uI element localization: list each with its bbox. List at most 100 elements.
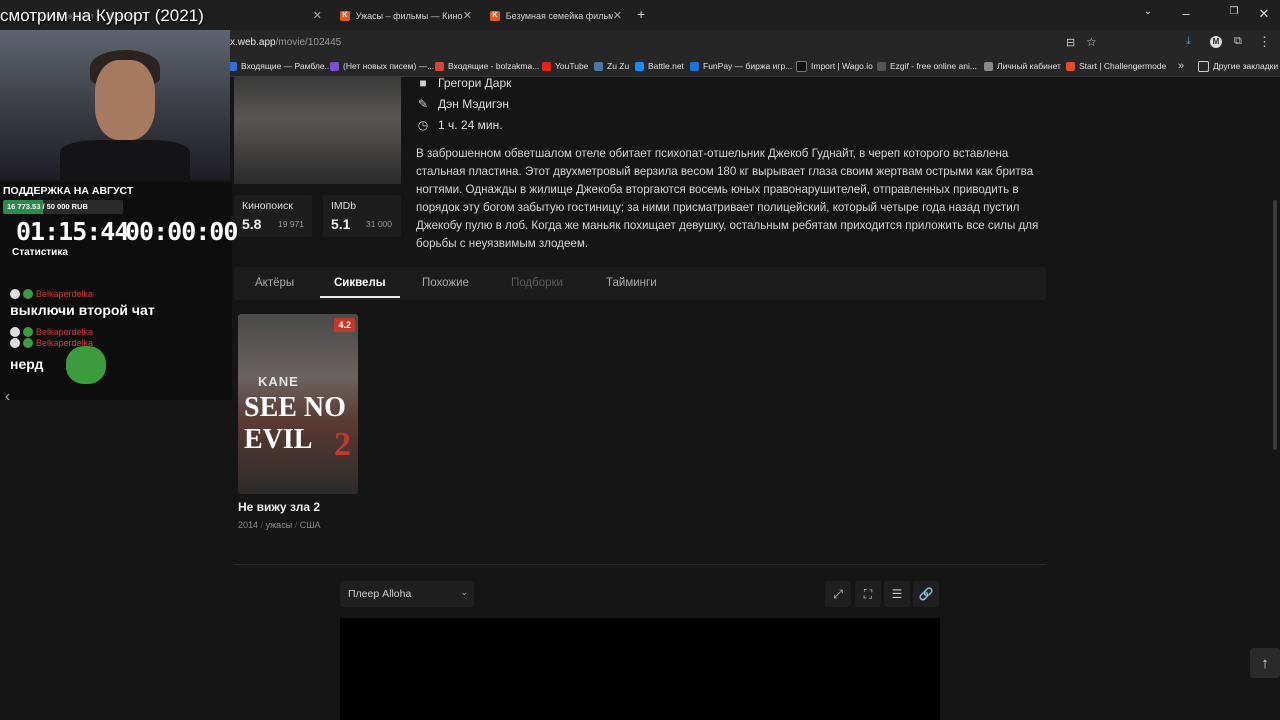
challengermode-icon: [1066, 61, 1075, 71]
bookmark-label: FunPay — биржа игр...: [703, 61, 793, 71]
funpay-icon: [690, 61, 699, 71]
duration: ◷ 1 ч. 24 мин.: [416, 118, 503, 132]
fullscreen-icon[interactable]: ⛶: [855, 581, 881, 607]
rating-count: 19 971: [278, 219, 304, 229]
chat-user: Belkaperdelka: [10, 327, 93, 337]
browser-tab[interactable]: K Ужасы – фильмы — Кинопоис ✕: [332, 3, 480, 28]
chat-message: нерд: [10, 356, 44, 372]
browser-tab[interactable]: K Безумная семейка фильм, 200 ✕: [482, 3, 630, 28]
bookmark-label: Battle.net: [648, 61, 684, 71]
divider: [234, 564, 1046, 565]
rating-label: IMDb: [331, 200, 357, 212]
minimize-icon[interactable]: –: [1176, 6, 1196, 21]
other-bookmarks-label: Другие закладки: [1213, 61, 1279, 71]
url-field[interactable]: x.web.app/movie/102445: [230, 37, 341, 48]
bookmark-item[interactable]: Import | Wago.io: [796, 58, 873, 74]
bookmark-label: (Нет новых писем) —...: [343, 61, 435, 71]
close-window-icon[interactable]: ✕: [1254, 6, 1274, 22]
kinopoisk-favicon-icon: K: [490, 10, 500, 21]
movie-description: В заброшенном обветшалом отеле обитает п…: [416, 147, 1039, 250]
crew-name[interactable]: Дэн Мэдигэн: [438, 97, 509, 111]
bookmark-item[interactable]: Личный кабинет: [984, 58, 1061, 74]
bookmark-label: Ezgif - free online ani...: [890, 61, 977, 71]
badge-icon: [10, 289, 20, 299]
install-app-icon[interactable]: ⊟: [1066, 36, 1075, 49]
badge-icon: [10, 338, 20, 348]
close-tab-icon[interactable]: ✕: [613, 9, 622, 22]
bookmark-icon: [330, 61, 339, 71]
cover-text: KANE: [258, 374, 299, 389]
sequel-cover[interactable]: 4.2 KANE SEE NO EVIL 2: [238, 314, 358, 494]
maximize-icon[interactable]: ❐: [1224, 6, 1244, 17]
extensions-icon[interactable]: ⧉: [1234, 35, 1242, 48]
badge-icon: [10, 327, 20, 337]
tab-sequels[interactable]: Сиквелы: [334, 277, 386, 289]
goal-progress-bar: 16 773.53 / 50 000 RUB: [3, 200, 123, 214]
chat-message: выключи второй чат: [10, 302, 155, 318]
bookmark-item[interactable]: Ezgif - free online ani...: [877, 58, 977, 74]
chevron-left-icon[interactable]: ‹: [5, 388, 10, 406]
camera-icon: ■: [419, 76, 427, 90]
rating-value: 5.8: [242, 216, 262, 232]
expand-icon[interactable]: ⤢: [825, 581, 851, 607]
bookmark-item[interactable]: Start | Challengermode: [1066, 58, 1166, 74]
chat-user: Belkaperdelka: [10, 289, 93, 299]
scroll-top-icon[interactable]: ↑: [1250, 648, 1280, 678]
menu-icon[interactable]: ⋮: [1258, 34, 1271, 50]
bookmark-item[interactable]: YouTube: [542, 58, 588, 74]
bookmark-item[interactable]: (Нет новых писем) —...: [330, 58, 434, 74]
more-bookmarks-icon[interactable]: »: [1178, 58, 1184, 74]
active-tab-indicator: [320, 296, 400, 298]
player-select[interactable]: Плеер Alloha ⌄: [340, 581, 474, 607]
bookmark-label: Import | Wago.io: [811, 61, 873, 71]
tab-similar[interactable]: Похожие: [422, 277, 469, 289]
other-bookmarks[interactable]: Другие закладки: [1198, 58, 1278, 74]
tab-timings[interactable]: Тайминги: [606, 277, 657, 289]
close-tab-icon[interactable]: ✕: [313, 9, 322, 22]
youtube-icon: [542, 61, 551, 71]
bookmark-label: Start | Challengermode: [1079, 61, 1167, 71]
bookmark-item[interactable]: Zu Zu: [594, 58, 629, 74]
crew-name[interactable]: Грегори Дарк: [438, 76, 511, 90]
webcam-feed: [0, 30, 230, 180]
cover-number: 2: [334, 426, 351, 463]
comment-icon[interactable]: ☰: [884, 581, 910, 607]
webcam-body: [60, 140, 190, 180]
scrollbar[interactable]: [1273, 200, 1277, 450]
timer-secondary: 00:00:00: [125, 217, 238, 246]
tab-search-chevron-icon[interactable]: ⌄: [1138, 6, 1158, 17]
bookmark-label: Входящие — Рамбле...: [241, 61, 332, 71]
movie-poster: [234, 76, 401, 184]
bookmark-item[interactable]: Входящие - bolzakma...: [435, 58, 539, 74]
crew-writer: ✎ Дэн Мэдигэн: [416, 97, 509, 111]
bookmark-label: Zu Zu: [607, 61, 630, 71]
pepe-avatar-icon: [23, 338, 33, 348]
duration-text: 1 ч. 24 мин.: [438, 118, 503, 132]
rating-kinopoisk: Кинопоиск 5.8 19 971: [234, 195, 312, 237]
new-tab-button[interactable]: +: [637, 6, 645, 22]
profile-m-icon[interactable]: M: [1210, 36, 1222, 48]
bookmark-item[interactable]: Входящие — Рамбле...: [228, 58, 332, 74]
goal-text: 16 773.53 / 50 000 RUB: [7, 202, 88, 211]
bookmark-icon: [984, 61, 993, 71]
battlenet-icon: [635, 61, 644, 71]
tab-actors[interactable]: Актёры: [255, 277, 294, 289]
timer-elapsed: 01:15:44: [16, 217, 129, 246]
support-title: ПОДДЕРЖКА НА АВГУСТ: [3, 185, 134, 197]
rating-badge: 4.2: [334, 318, 355, 332]
bookmark-star-icon[interactable]: ☆: [1086, 35, 1097, 49]
bookmark-item[interactable]: FunPay — биржа игр...: [690, 58, 792, 74]
pepe-avatar-icon: [23, 327, 33, 337]
close-tab-icon[interactable]: ✕: [463, 9, 472, 22]
clock-icon: ◷: [417, 118, 429, 132]
url-path: /movie/102445: [275, 37, 342, 48]
video-player[interactable]: [340, 618, 940, 720]
tab-collections[interactable]: Подборки: [511, 277, 563, 289]
rating-imdb: IMDb 5.1 31 000: [323, 195, 401, 237]
rating-count: 31 000: [366, 219, 392, 229]
download-icon[interactable]: ⤓: [1186, 35, 1191, 48]
link-icon[interactable]: 🔗: [913, 581, 939, 607]
bookmark-item[interactable]: Battle.net: [635, 58, 684, 74]
sequel-title[interactable]: Не вижу зла 2: [238, 500, 320, 514]
tab-label: Ужасы – фильмы — Кинопоис: [355, 10, 463, 21]
